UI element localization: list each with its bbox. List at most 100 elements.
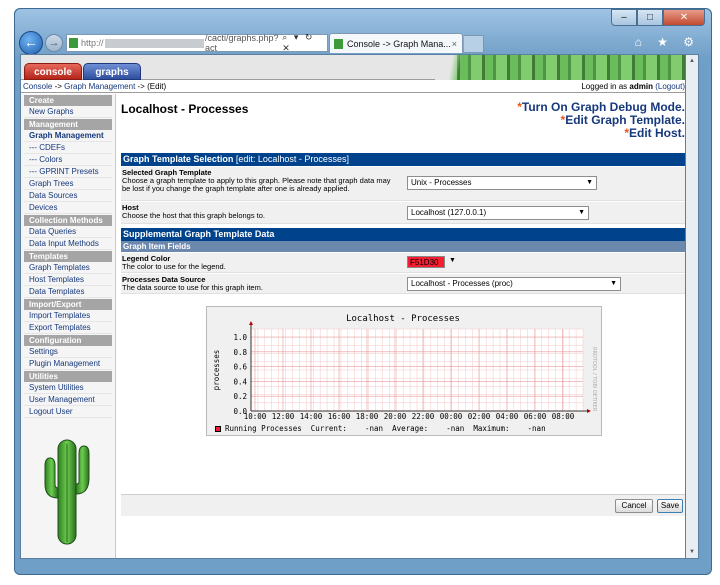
x-tick-label: 22:00: [412, 412, 435, 421]
site-favicon-icon: [69, 38, 79, 48]
forward-button[interactable]: →: [45, 34, 63, 52]
legend-color-swatch[interactable]: F51D30: [407, 256, 445, 268]
sidebar-item-new-graphs[interactable]: New Graphs: [24, 106, 112, 118]
graph-title: Localhost - Processes: [346, 314, 460, 324]
selected-template-row: Selected Graph Template Choose a graph t…: [121, 167, 685, 201]
data-source-select[interactable]: Localhost - Processes (proc) ▼: [407, 277, 621, 291]
x-tick-label: 14:00: [300, 412, 323, 421]
x-tick-label: 10:00: [244, 412, 267, 421]
breadcrumb-graph-management[interactable]: Graph Management: [64, 82, 135, 91]
graph-item-fields-header: Graph Item Fields: [121, 241, 685, 252]
vertical-scrollbar[interactable]: ▲ ▼: [686, 54, 699, 559]
close-window-button[interactable]: ✕: [663, 9, 705, 26]
legend-color-row: Legend Color The color to use for the le…: [121, 253, 685, 273]
cactus-logo-icon: [44, 439, 90, 545]
breadcrumb-console[interactable]: Console: [23, 82, 52, 91]
host-label-block: Host Choose the host that this graph bel…: [122, 204, 402, 220]
breadcrumb-bar: Console -> Graph Management -> (Edit) Lo…: [21, 81, 685, 93]
browser-tab[interactable]: Console -> Graph Mana... ×: [329, 33, 463, 53]
y-tick-label: 0.6: [233, 363, 247, 372]
cactus-banner-image: [435, 55, 685, 80]
sidebar-item-colors[interactable]: --- Colors: [24, 154, 112, 166]
back-button[interactable]: ←: [19, 31, 43, 55]
tab-graphs[interactable]: graphs: [83, 63, 141, 80]
edit-host-link[interactable]: Edit Host.: [629, 126, 685, 140]
browser-toolbar-icons[interactable]: ⌂ ★ ⚙: [635, 35, 700, 49]
scroll-up-icon[interactable]: ▲: [686, 55, 698, 67]
chevron-down-icon[interactable]: ▼: [449, 257, 456, 264]
page-title: Localhost - Processes: [121, 102, 249, 116]
window-controls: – □ ✕: [611, 9, 705, 26]
graph-template-select[interactable]: Unix - Processes ▼: [407, 176, 597, 190]
cancel-button[interactable]: Cancel: [615, 499, 653, 513]
tab-close-icon[interactable]: ×: [452, 39, 457, 49]
y-tick-label: 0.4: [233, 377, 247, 386]
x-tick-label: 20:00: [384, 412, 407, 421]
maximize-button[interactable]: □: [637, 9, 663, 26]
login-user: admin: [629, 82, 653, 91]
sidebar-item-export-templates[interactable]: Export Templates: [24, 322, 112, 334]
legend-swatch: [215, 426, 221, 432]
sidebar-item-host-templates[interactable]: Host Templates: [24, 274, 112, 286]
x-tick-label: 12:00: [272, 412, 295, 421]
sidebar-item-data-sources[interactable]: Data Sources: [24, 190, 112, 202]
tab-favicon-icon: [334, 38, 343, 49]
section-edit-note: [edit: Localhost - Processes]: [235, 154, 349, 164]
sidebar-item-devices[interactable]: Devices: [24, 202, 112, 214]
page-viewport: console graphs Console -> Graph Manageme…: [20, 54, 686, 559]
sidebar-item-data-queries[interactable]: Data Queries: [24, 226, 112, 238]
y-tick-label: 0.2: [233, 392, 247, 401]
sidebar-item-data-input-methods[interactable]: Data Input Methods: [24, 238, 112, 250]
sidebar-item-graph-templates[interactable]: Graph Templates: [24, 262, 112, 274]
edit-graph-template-link[interactable]: Edit Graph Template.: [565, 113, 685, 127]
y-tick-label: 0.8: [233, 348, 247, 357]
login-status: Logged in as admin (Logout): [581, 82, 685, 91]
sidebar-item-data-templates[interactable]: Data Templates: [24, 286, 112, 298]
scroll-down-icon[interactable]: ▼: [686, 546, 698, 558]
sidebar-item-user-management[interactable]: User Management: [24, 394, 112, 406]
address-bar[interactable]: http:// /cacti/graphs.php?act ⌕ ▾ ↻ ✕: [66, 32, 328, 54]
sidebar-item-logout-user[interactable]: Logout User: [24, 406, 112, 418]
forward-arrow-icon: →: [48, 37, 60, 49]
graph-template-section-header: Graph Template Selection [edit: Localhos…: [121, 153, 685, 166]
sidebar-section-configuration: Configuration: [24, 335, 112, 346]
sidebar-item-plugin-management[interactable]: Plugin Management: [24, 358, 112, 370]
section-title: Graph Template Selection: [123, 154, 234, 164]
legend-text: Running Processes Current: -nan Average:…: [225, 424, 546, 433]
graph-preview[interactable]: 0.0 0.2 0.4 0.6 0.8 1.0 10:00 12:00 14:00 16:00 18…: [206, 306, 602, 436]
x-tick-label: 08:00: [552, 412, 575, 421]
rrdtool-watermark: RRDTOOL / TOBI OETIKER: [591, 347, 597, 412]
tab-title: Console -> Graph Mana...: [347, 38, 451, 49]
x-axis-arrow-icon: [587, 409, 591, 413]
sidebar-item-cdefs[interactable]: --- CDEFs: [24, 142, 112, 154]
sidebar: Create New Graphs Management Graph Manag…: [21, 94, 116, 558]
host-select[interactable]: Localhost (127.0.0.1) ▼: [407, 206, 589, 220]
sidebar-item-import-templates[interactable]: Import Templates: [24, 310, 112, 322]
selected-template-desc: Choose a graph template to apply to this…: [122, 176, 391, 193]
sidebar-item-gprint-presets[interactable]: --- GPRINT Presets: [24, 166, 112, 178]
address-tools-icons[interactable]: ⌕ ▾ ↻ ✕: [282, 32, 327, 54]
sidebar-section-utilities: Utilities: [24, 371, 112, 382]
form-actions: Cancel Save: [121, 494, 685, 516]
new-tab-button[interactable]: [464, 35, 484, 53]
legend-color-desc: The color to use for the legend.: [122, 262, 226, 271]
action-links: *Turn On Graph Debug Mode. *Edit Graph T…: [517, 101, 685, 140]
chevron-down-icon: ▼: [586, 179, 593, 186]
graph-template-value: Unix - Processes: [411, 178, 472, 187]
address-path: /cacti/graphs.php?act: [204, 33, 279, 53]
breadcrumb-current: (Edit): [147, 82, 167, 91]
sidebar-item-graph-management[interactable]: Graph Management: [24, 130, 112, 142]
sidebar-item-settings[interactable]: Settings: [24, 346, 112, 358]
data-source-label-block: Processes Data Source The data source to…: [122, 276, 402, 292]
tab-console[interactable]: console: [24, 63, 82, 80]
save-button[interactable]: Save: [657, 499, 683, 513]
minimize-button[interactable]: –: [611, 9, 637, 26]
host-value: Localhost (127.0.0.1): [411, 208, 487, 217]
x-tick-label: 02:00: [468, 412, 491, 421]
chevron-down-icon: ▼: [610, 280, 617, 287]
logout-link[interactable]: (Logout): [655, 82, 685, 91]
sidebar-item-graph-trees[interactable]: Graph Trees: [24, 178, 112, 190]
legend-color-label-block: Legend Color The color to use for the le…: [122, 255, 402, 271]
debug-mode-link[interactable]: Turn On Graph Debug Mode.: [522, 100, 685, 114]
sidebar-item-system-utilities[interactable]: System Utilities: [24, 382, 112, 394]
